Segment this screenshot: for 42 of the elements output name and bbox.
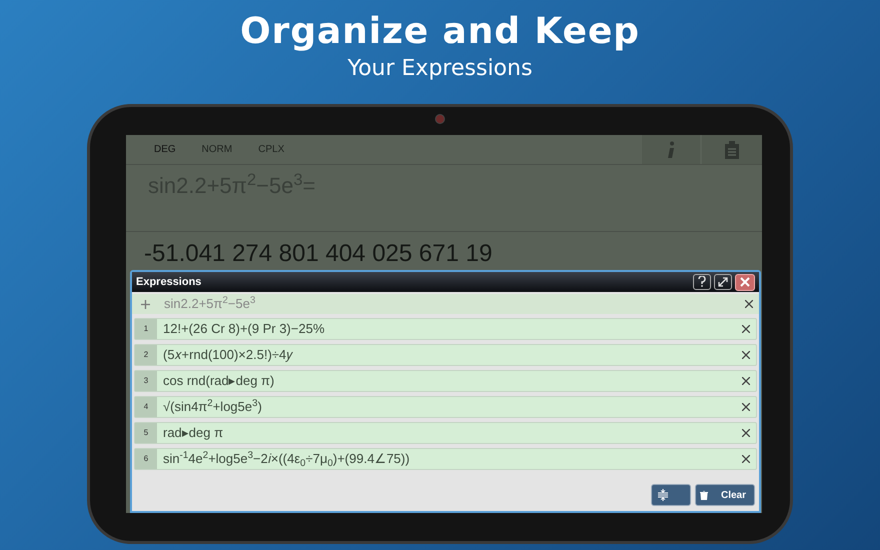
expression-text: 12!+(26 Cr 8)+(9 Pr 3)−25% bbox=[163, 320, 324, 338]
expression-row[interactable]: 2 (5𝑥+rnd(100)×2.5!)÷4𝑦 bbox=[134, 344, 757, 366]
collapse-button[interactable] bbox=[651, 484, 691, 506]
expression-row[interactable]: 4 √(sin4π$^{2}$+log5e$^{3}$) bbox=[134, 396, 757, 418]
mode-indicator: NORM bbox=[202, 143, 232, 157]
expression-text: (5𝑥+rnd(100)×2.5!)÷4𝑦 bbox=[163, 346, 292, 364]
row-number: 6 bbox=[135, 449, 157, 469]
expression-row[interactable]: 1 12!+(26 Cr 8)+(9 Pr 3)−25% bbox=[134, 318, 757, 340]
delete-icon[interactable] bbox=[742, 325, 750, 333]
row-number: 2 bbox=[135, 345, 157, 365]
row-number: 4 bbox=[135, 397, 157, 417]
collapse-icon bbox=[658, 489, 668, 501]
row-number: 1 bbox=[135, 319, 157, 339]
expression-row[interactable]: 5 rad▸deg π bbox=[134, 422, 757, 444]
delete-icon[interactable] bbox=[745, 300, 753, 308]
delete-icon[interactable] bbox=[742, 403, 750, 411]
expression-text: √(sin4π$^{2}$+log5e$^{3}$) bbox=[163, 397, 262, 416]
expression-text: cos rnd(rad▸deg π) bbox=[163, 372, 274, 390]
clipboard-icon[interactable] bbox=[702, 135, 762, 164]
row-number: 3 bbox=[135, 371, 157, 391]
delete-icon[interactable] bbox=[742, 455, 750, 463]
trash-icon bbox=[700, 490, 708, 500]
expand-icon[interactable] bbox=[714, 274, 732, 290]
mode-indicator: DEG bbox=[154, 143, 176, 157]
plus-icon[interactable] bbox=[141, 300, 150, 308]
delete-icon[interactable] bbox=[742, 429, 750, 437]
help-icon[interactable] bbox=[693, 274, 711, 290]
result-display: -51.041 274 801 404 025 671 19 bbox=[143, 239, 492, 269]
expression-text: rad▸deg π bbox=[163, 424, 224, 442]
dialog-title: Expressions bbox=[136, 274, 202, 290]
close-icon[interactable] bbox=[735, 274, 755, 290]
subheadline: Your Expressions bbox=[348, 55, 532, 83]
mode-indicator: CPLX bbox=[258, 143, 284, 157]
delete-icon[interactable] bbox=[742, 351, 750, 359]
delete-icon[interactable] bbox=[742, 377, 750, 385]
expression-row[interactable]: 3 cos rnd(rad▸deg π) bbox=[134, 370, 757, 392]
headline: Organize and Keep bbox=[240, 10, 640, 54]
row-number: 5 bbox=[135, 423, 157, 443]
expression-row[interactable]: 6 sin$^{-1}$4e$^{2}$+log5e$^{3}$−2𝑖×((4ε$_{0}$÷7μ$_{0}$)+(99.4∠75)) bbox=[134, 448, 757, 470]
camera-icon bbox=[435, 114, 445, 124]
expression-text: sin$^{-1}$4e$^{2}$+log5e$^{3}$−2𝑖×((4ε$_{0}$÷7μ$_{0}$)+(99.4∠75)) bbox=[163, 449, 410, 469]
clear-button[interactable]: Clear bbox=[695, 484, 755, 506]
